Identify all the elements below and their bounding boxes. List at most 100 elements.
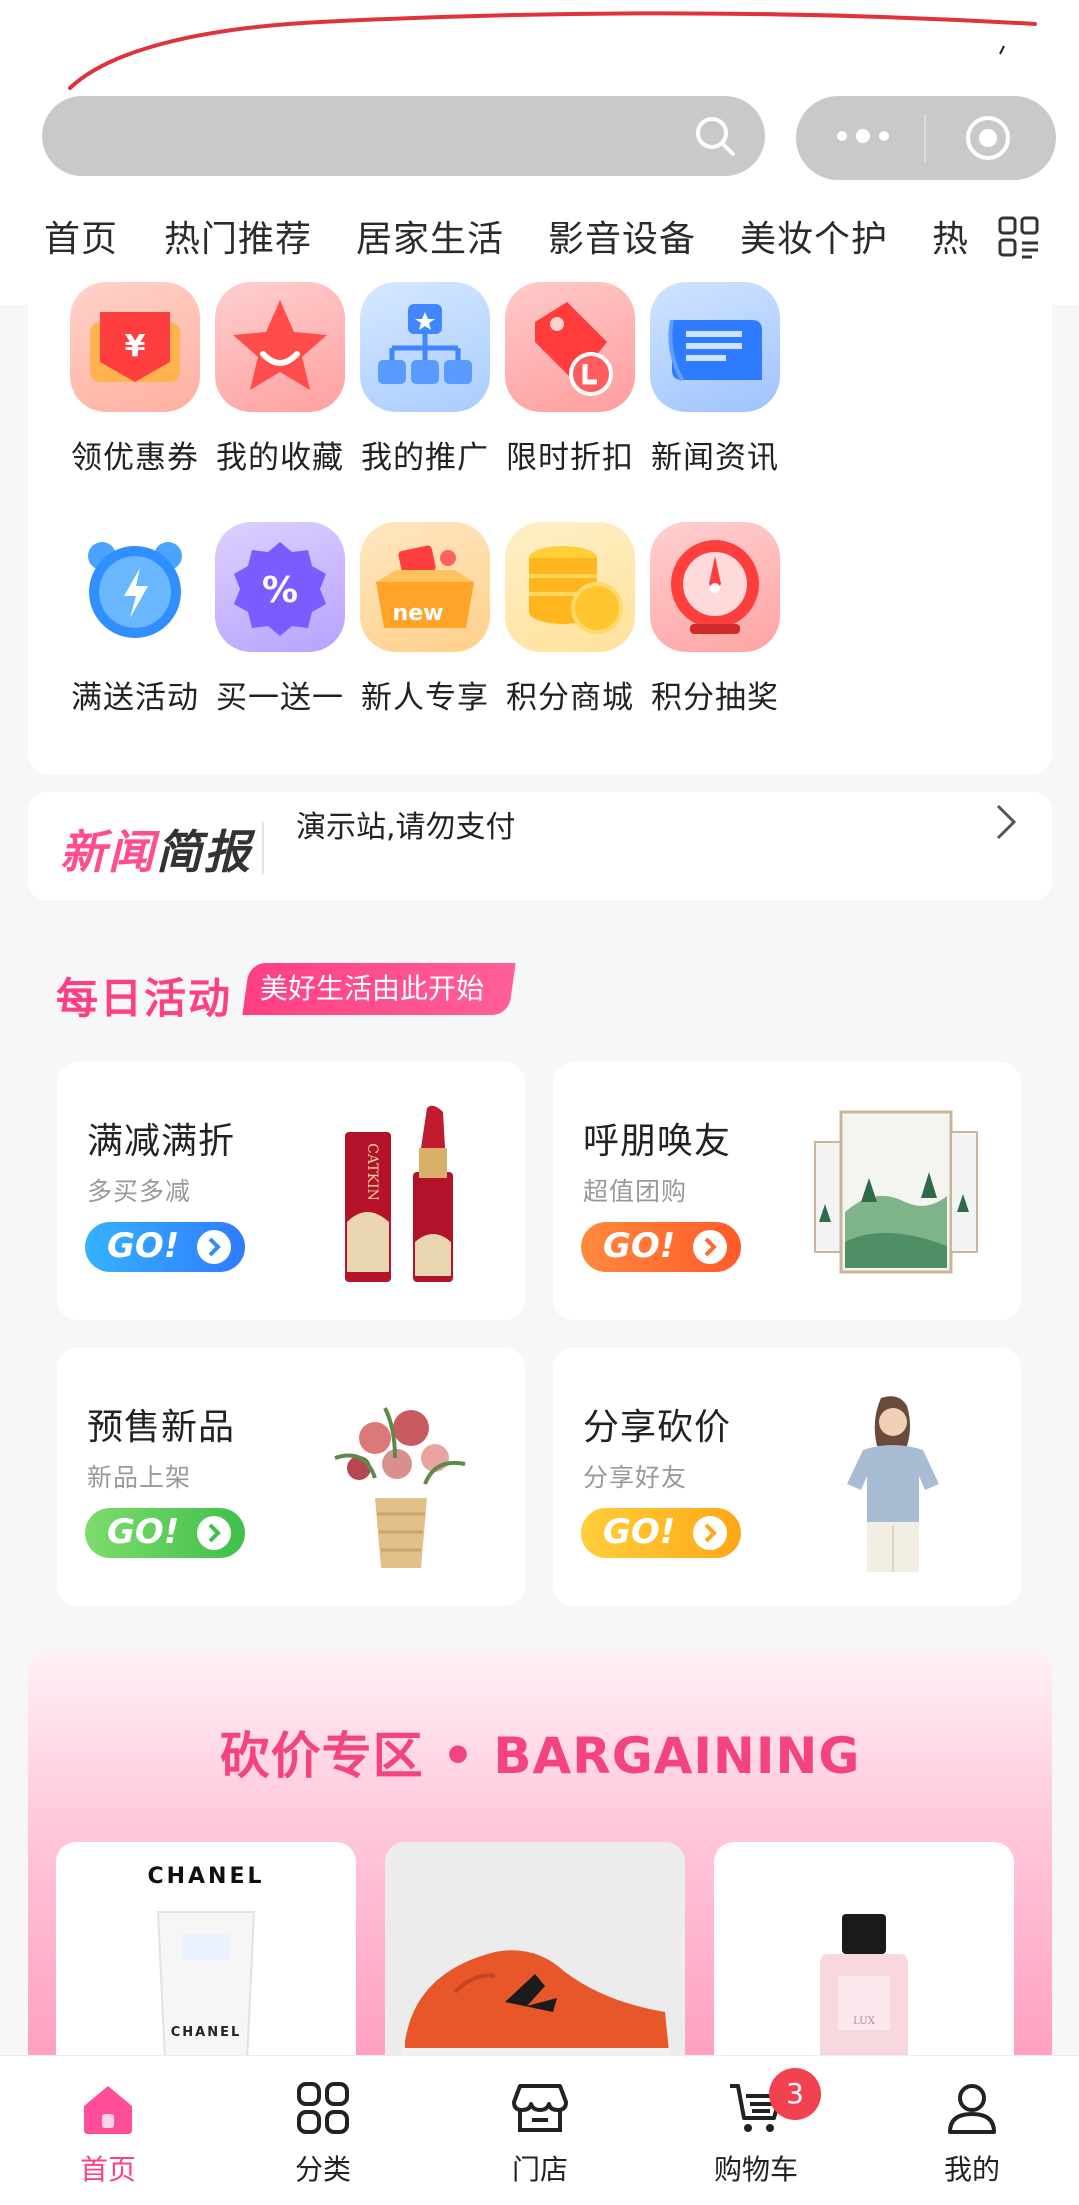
grid-item-discount[interactable]: 限时折扣 xyxy=(495,282,645,477)
tab-hot-recommend[interactable]: 热门推荐 xyxy=(164,210,312,262)
grid-label-news: 新闻资讯 xyxy=(651,440,779,476)
nav-label: 分类 xyxy=(294,2153,351,2186)
go-label: GO! xyxy=(107,1226,180,1266)
nav-home[interactable]: 首页 xyxy=(33,2078,183,2188)
svg-text:LUX: LUX xyxy=(853,2016,876,2027)
gift-box-icon: new xyxy=(360,522,490,652)
tab-audio-video[interactable]: 影音设备 xyxy=(548,210,696,262)
activity-card-presale[interactable]: 预售新品 新品上架 GO! xyxy=(57,1348,525,1606)
perfume-bottle-image: LUX xyxy=(820,1914,908,2082)
nav-label: 首页 xyxy=(79,2153,136,2186)
tab-more-partial[interactable]: 热 xyxy=(930,210,990,280)
nav-cart[interactable]: 3 购物车 xyxy=(681,2068,831,2188)
search-icon[interactable] xyxy=(693,114,737,158)
grid-item-buy-one-get-one[interactable]: % 买一送一 xyxy=(205,522,355,717)
svg-text:new: new xyxy=(393,601,444,626)
activity-subtitle: 新品上架 xyxy=(87,1463,192,1492)
lipstick-image: CATKIN xyxy=(345,1105,453,1282)
grid-item-points-mall[interactable]: 积分商城 xyxy=(495,522,645,717)
activity-title: 满减满折 xyxy=(87,1121,236,1162)
percent-badge-icon: % xyxy=(215,522,345,652)
grid-label-favorites: 我的收藏 xyxy=(216,440,344,476)
grid-label-newcomer: 新人专享 xyxy=(361,680,489,716)
bargain-product-card[interactable] xyxy=(385,1842,685,2082)
search-bar[interactable] xyxy=(42,96,765,176)
wall-art-image xyxy=(814,1110,978,1274)
grid-item-coupon[interactable]: ¥ 领优惠券 xyxy=(60,282,210,477)
bargain-section: 砍价专区 • BARGAINING CHANEL CHANEL LUX xyxy=(28,1650,1052,2082)
nav-store[interactable]: 门店 xyxy=(465,2078,615,2188)
go-button[interactable]: GO! xyxy=(85,1222,245,1272)
activity-title: 分享砍价 xyxy=(583,1407,732,1448)
activity-card-group-buy[interactable]: 呼朋唤友 超值团购 GO! xyxy=(553,1062,1021,1320)
top-header: 首页 热门推荐 居家生活 影音设备 美妆个护 热 xyxy=(0,0,1079,305)
chevron-right-icon xyxy=(693,1230,727,1264)
nav-profile[interactable]: 我的 xyxy=(897,2078,1047,2188)
news-logo-part-b: 简报 xyxy=(156,825,252,879)
go-label: GO! xyxy=(603,1512,676,1552)
grid-item-favorites[interactable]: 我的收藏 xyxy=(205,282,355,477)
sneaker-image xyxy=(401,1950,671,2066)
grid-item-news[interactable]: 新闻资讯 xyxy=(640,282,790,477)
grid-item-points-lottery[interactable]: 积分抽奖 xyxy=(640,522,790,717)
feature-icon-grid: ¥ 领优惠券 我的收藏 我的推广 限时折扣 新闻资讯 满送活动 % 买一送一 n… xyxy=(28,282,1052,775)
chevron-right-icon[interactable] xyxy=(994,802,1018,842)
grid-item-gift-event[interactable]: 满送活动 xyxy=(60,522,210,717)
nav-label: 购物车 xyxy=(713,2153,798,2186)
tab-home[interactable]: 首页 xyxy=(44,210,118,262)
category-menu-icon[interactable] xyxy=(998,216,1040,262)
alarm-clock-icon xyxy=(70,522,200,652)
go-button[interactable]: GO! xyxy=(85,1508,245,1558)
star-icon xyxy=(215,282,345,412)
grid-label-discount: 限时折扣 xyxy=(506,440,634,476)
flower-vase-image xyxy=(334,1407,466,1568)
tab-hot-partial: 热 xyxy=(932,219,970,260)
grid-item-promotion[interactable]: 我的推广 xyxy=(350,282,500,477)
coupon-icon: ¥ xyxy=(70,282,200,412)
tab-beauty-care[interactable]: 美妆个护 xyxy=(740,210,888,262)
nav-category[interactable]: 分类 xyxy=(248,2078,398,2188)
target-icon[interactable] xyxy=(964,114,1012,162)
svg-text:¥: ¥ xyxy=(125,329,146,364)
nav-label: 我的 xyxy=(943,2153,1000,2186)
cart-count-badge: 3 xyxy=(769,2068,821,2120)
bargain-product-card[interactable]: CHANEL CHANEL xyxy=(56,1842,356,2082)
activity-title: 呼朋唤友 xyxy=(583,1121,732,1162)
activity-title: 预售新品 xyxy=(87,1407,236,1448)
woman-tshirt-image xyxy=(847,1396,939,1572)
svg-text:%: % xyxy=(262,570,298,611)
go-button[interactable]: GO! xyxy=(581,1508,741,1558)
chevron-right-icon xyxy=(197,1516,231,1550)
lottery-wheel-icon xyxy=(650,522,780,652)
activity-card-bargain-share[interactable]: 分享砍价 分享好友 GO! xyxy=(553,1348,1021,1606)
svg-text:CATKIN: CATKIN xyxy=(364,1143,380,1201)
go-label: GO! xyxy=(603,1226,676,1266)
network-icon xyxy=(360,282,490,412)
daily-activity-badge: 美好生活由此开始 xyxy=(242,963,516,1015)
more-dots-icon[interactable] xyxy=(834,124,892,148)
category-tabs: 首页 热门推荐 居家生活 影音设备 美妆个护 热 xyxy=(0,210,1079,280)
news-headline[interactable]: 演示站,请勿支付 xyxy=(296,802,516,846)
news-ticker[interactable]: 新闻简报 演示站,请勿支付 xyxy=(28,792,1052,900)
go-button[interactable]: GO! xyxy=(581,1222,741,1272)
tab-home-living[interactable]: 居家生活 xyxy=(356,210,504,262)
bargain-title: 砍价专区 • BARGAINING xyxy=(219,1727,861,1785)
nav-label: 门店 xyxy=(511,2153,568,2186)
newspaper-icon xyxy=(650,282,780,412)
price-tag-icon xyxy=(505,282,635,412)
daily-badge-text: 美好生活由此开始 xyxy=(260,972,485,1005)
activity-subtitle: 多买多减 xyxy=(87,1177,192,1206)
news-divider xyxy=(262,822,264,874)
cleanser-tube-image: CHANEL xyxy=(156,1911,256,2082)
red-scribble-annotation xyxy=(68,11,1037,90)
bargain-product-card[interactable]: LUX xyxy=(714,1842,1014,2082)
news-logo-part-a: 新闻 xyxy=(60,825,156,879)
go-label: GO! xyxy=(107,1512,180,1552)
grid-label-points-mall: 积分商城 xyxy=(506,680,634,716)
activity-card-discount[interactable]: 满减满折 多买多减 GO! CATKIN xyxy=(57,1062,525,1320)
home-icon xyxy=(84,2086,132,2134)
grid-label-coupon: 领优惠券 xyxy=(71,440,199,476)
chevron-right-icon xyxy=(197,1230,231,1264)
grid-item-newcomer[interactable]: new 新人专享 xyxy=(350,522,500,717)
grid-label-promotion: 我的推广 xyxy=(361,440,489,476)
